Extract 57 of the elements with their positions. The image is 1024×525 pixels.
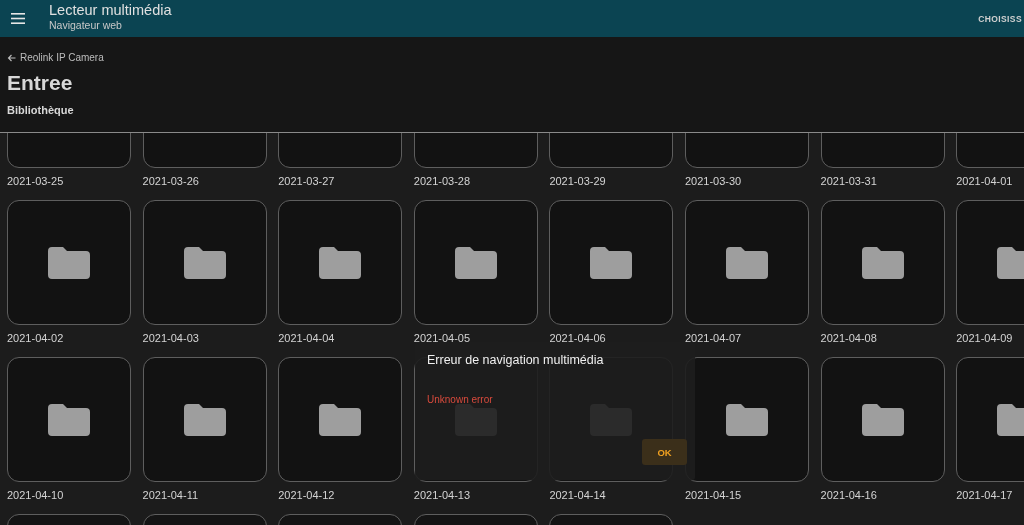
folder-label: 2021-03-26 [142,174,200,189]
folder-icon [48,246,90,279]
folder-label: 2021-03-31 [820,174,878,189]
folder-label: 2021-04-08 [820,331,878,346]
folder-label: 2021-04-07 [684,331,743,346]
folder-icon [183,246,226,279]
folder-icon [861,403,904,436]
folder-icon [48,403,90,436]
folder-icon [590,246,633,279]
folder-tile[interactable] [142,357,267,482]
section-label: Bibliothèque [7,104,75,116]
folder-tile[interactable] [413,200,538,325]
folder-label: 2021-03-25 [7,174,65,189]
ok-button[interactable]: OK [642,439,687,465]
folder-label: 2021-03-29 [549,174,607,189]
folder-tile[interactable] [820,357,945,482]
folder-icon [725,246,768,279]
menu-icon[interactable] [11,13,25,24]
folder-label: 2021-04-12 [278,488,336,503]
folder-label: 2021-04-16 [820,488,878,503]
folder-label: 2021-04-10 [7,488,65,503]
folder-label: 2021-04-14 [549,488,607,503]
folder-tile[interactable] [278,200,403,325]
error-message: Unknown error [427,394,494,405]
folder-tile[interactable] [142,200,267,325]
folder-label: 2021-04-03 [142,331,200,346]
folder-icon [319,246,362,279]
folder-icon [725,403,768,436]
back-arrow-icon [7,53,16,62]
folder-label: 2021-04-13 [413,488,472,503]
folder-icon [183,403,226,436]
folder-label: 2021-04-02 [7,331,65,346]
dialog-title: Erreur de navigation multimédia [427,352,605,368]
folder-tile[interactable] [549,200,674,325]
folder-label: 2021-03-30 [684,174,743,189]
folder-tile[interactable] [7,200,131,325]
folder-icon [861,246,904,279]
page-title: Entree [7,71,74,95]
folder-label: 2021-04-05 [413,331,472,346]
folder-label: 2021-04-06 [549,331,607,346]
folder-icon [319,403,362,436]
app-subtitle: Navigateur web [49,18,123,32]
folder-label: 2021-03-27 [278,174,336,189]
folder-tile[interactable] [684,200,809,325]
folder-label: 2021-04-04 [278,331,336,346]
app-title: Lecteur multimédia [49,1,173,19]
folder-label: 2021-04-17 [956,488,1014,503]
folder-label: 2021-04-01 [956,174,1014,189]
folder-label: 2021-04-15 [684,488,743,503]
folder-tile[interactable] [820,200,945,325]
folder-tile[interactable] [278,357,403,482]
folder-icon [454,246,497,279]
choose-button[interactable]: CHOISISS [978,13,1022,24]
folder-label: 2021-04-09 [956,331,1014,346]
folder-label: 2021-04-11 [142,488,200,503]
folder-tile[interactable] [7,357,131,482]
folder-label: 2021-03-28 [413,174,472,189]
